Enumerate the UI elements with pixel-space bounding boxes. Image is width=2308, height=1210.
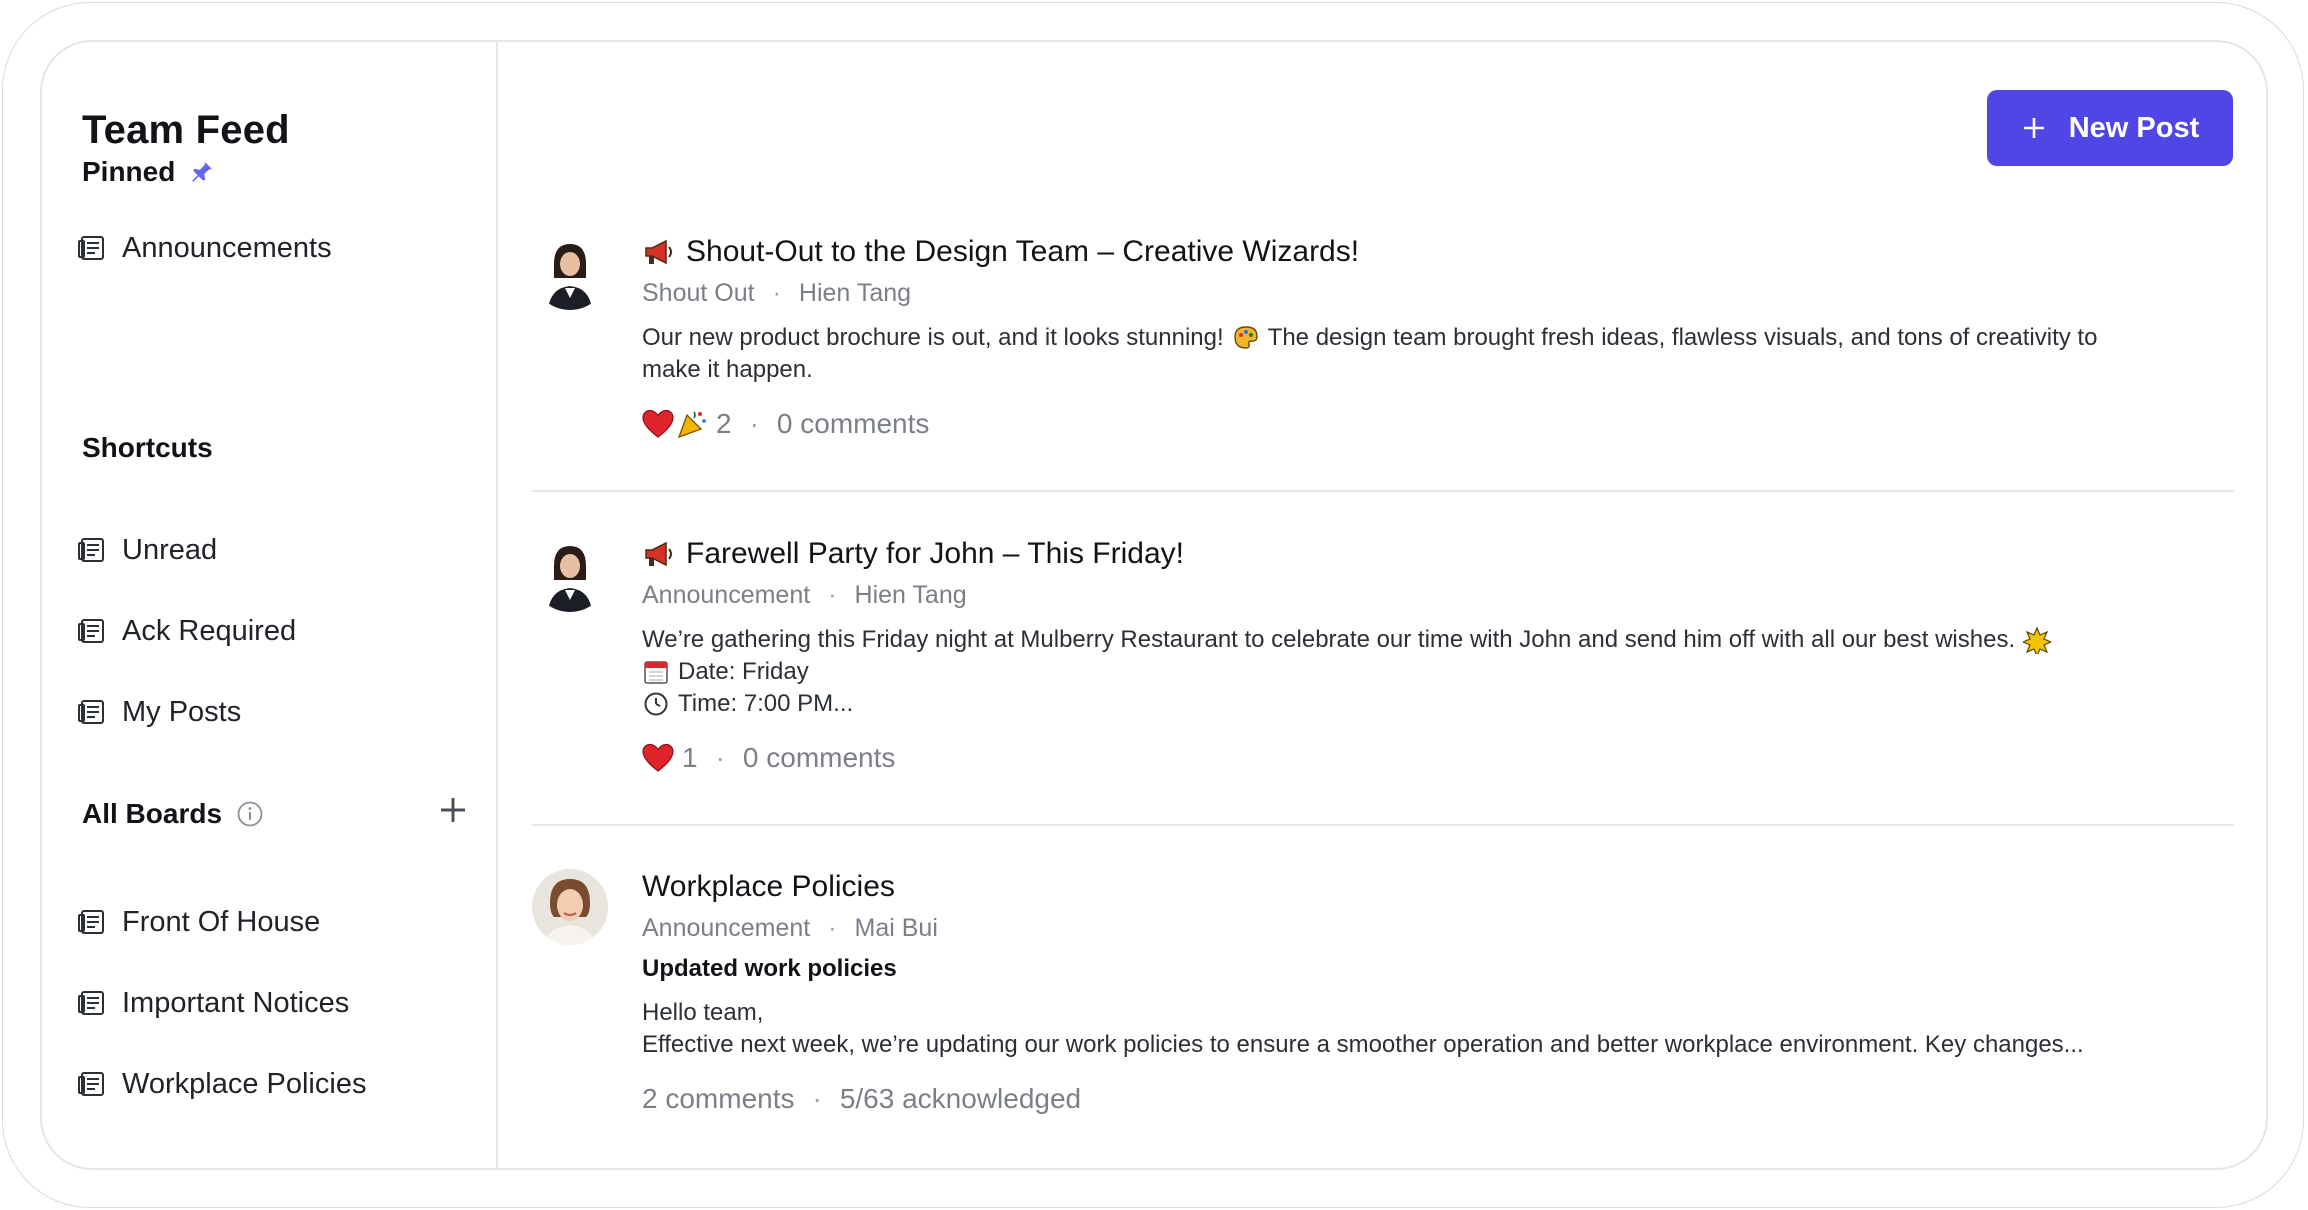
post-excerpt: Hello team, Effective next week, we’re u… (642, 997, 2234, 1061)
art-palette-icon (1232, 324, 1260, 352)
sidebar-item-front-of-house[interactable]: Front Of House (76, 900, 320, 944)
post-text-line2: Effective next week, we’re updating our … (642, 1031, 2084, 1058)
all-boards-heading-label: All Boards (82, 798, 223, 829)
board-icon (76, 987, 108, 1019)
post-author: Hien Tang (854, 580, 967, 609)
sidebar-item-label: Ack Required (122, 614, 297, 647)
sidebar-item-unread[interactable]: Unread (76, 528, 217, 572)
post-meta: Announcement · Hien Tang (642, 578, 2234, 612)
post-excerpt: Our new product brochure is out, and it … (642, 322, 2234, 386)
party-popper-icon (676, 408, 708, 440)
sidebar-item-ack-required[interactable]: Ack Required (76, 609, 296, 653)
plus-icon (2021, 115, 2047, 141)
post-text-line2: make it happen. (642, 356, 813, 383)
reactions[interactable]: 2 (642, 408, 732, 440)
author-avatar (532, 869, 608, 945)
post-time-line: Time: 7:00 PM... (678, 690, 854, 717)
post-date-line: Date: Friday (678, 658, 809, 685)
sparkle-icon (2023, 626, 2052, 654)
board-icon (76, 615, 108, 647)
post-author: Mai Bui (854, 913, 938, 942)
board-icon (76, 1068, 108, 1100)
pinned-heading: Pinned (82, 156, 215, 188)
megaphone-icon (642, 539, 676, 569)
comments-link[interactable]: 0 comments (743, 742, 896, 774)
pin-icon (189, 159, 215, 185)
post-footer: 2 · 0 comments (642, 404, 2234, 444)
add-board-button[interactable] (437, 794, 469, 826)
comments-link[interactable]: 2 comments (642, 1083, 795, 1115)
sidebar: Team Feed Pinned Announcements Shortcuts… (42, 42, 498, 1168)
author-avatar (532, 234, 608, 310)
sidebar-item-label: Unread (122, 533, 218, 566)
shortcuts-heading: Shortcuts (82, 432, 213, 464)
info-icon[interactable] (236, 800, 264, 828)
board-icon (76, 696, 108, 728)
sidebar-item-announcements[interactable]: Announcements (76, 226, 332, 270)
app-panel: Team Feed Pinned Announcements Shortcuts… (40, 40, 2268, 1170)
post-excerpt: We’re gathering this Friday night at Mul… (642, 624, 2234, 720)
post-title-text: Workplace Policies (642, 870, 895, 903)
comments-link[interactable]: 0 comments (777, 408, 930, 440)
footer-separator: · (812, 1083, 822, 1114)
meta-separator: · (828, 913, 837, 942)
post-title-text: Shout-Out to the Design Team – Creative … (686, 235, 1360, 268)
board-icon (76, 906, 108, 938)
megaphone-icon (642, 237, 676, 267)
meta-separator: · (828, 580, 837, 609)
post-text-line1: Hello team, (642, 999, 764, 1026)
sidebar-item-label: Important Notices (122, 986, 350, 1019)
calendar-icon (642, 658, 670, 686)
post-category: Announcement (642, 913, 811, 942)
new-post-label: New Post (2068, 111, 2200, 144)
post-text-part2: The design team brought fresh ideas, fla… (1267, 324, 2098, 351)
board-icon (76, 534, 108, 566)
board-icon (76, 232, 108, 264)
reaction-count: 2 (716, 408, 732, 439)
post-meta: Shout Out · Hien Tang (642, 276, 2234, 310)
post-divider (532, 490, 2234, 492)
sidebar-item-important-notices[interactable]: Important Notices (76, 981, 349, 1025)
sidebar-item-my-posts[interactable]: My Posts (76, 690, 241, 734)
footer-separator: · (715, 742, 725, 773)
reaction-count: 1 (682, 742, 698, 773)
post-title[interactable]: Farewell Party for John – This Friday! (642, 534, 2234, 574)
post-category: Announcement (642, 580, 811, 609)
meta-separator: · (772, 278, 781, 307)
reactions[interactable]: 1 (642, 742, 698, 774)
post-divider (532, 824, 2234, 826)
all-boards-heading: All Boards (82, 798, 264, 830)
post-author: Hien Tang (798, 278, 912, 307)
sidebar-item-label: Announcements (122, 231, 332, 264)
plus-icon (437, 794, 469, 826)
sidebar-item-label: Workplace Policies (122, 1067, 367, 1100)
post-title[interactable]: Shout-Out to the Design Team – Creative … (642, 232, 2234, 272)
pinned-heading-label: Pinned (82, 156, 176, 187)
acknowledged-count[interactable]: 5/63 acknowledged (840, 1083, 1081, 1115)
sidebar-item-workplace-policies[interactable]: Workplace Policies (76, 1062, 366, 1106)
app-title: Team Feed (82, 108, 290, 152)
heart-icon (642, 743, 674, 773)
clock-icon (642, 690, 670, 718)
post-footer: 2 comments · 5/63 acknowledged (642, 1079, 2234, 1119)
sidebar-item-label: Front Of House (122, 905, 321, 938)
post-text-line1: We’re gathering this Friday night at Mul… (642, 626, 2016, 653)
post-meta: Announcement · Mai Bui (642, 911, 2234, 945)
footer-separator: · (749, 408, 759, 439)
post-subtitle: Updated work policies (642, 955, 897, 982)
post-title[interactable]: Workplace Policies (642, 867, 2234, 907)
heart-icon (642, 409, 674, 439)
new-post-button[interactable]: New Post (1987, 90, 2233, 166)
author-avatar (532, 536, 608, 612)
sidebar-item-label: My Posts (122, 695, 242, 728)
post-category: Shout Out (642, 278, 755, 307)
post-footer: 1 · 0 comments (642, 738, 2234, 778)
shortcuts-heading-label: Shortcuts (82, 432, 213, 463)
post-text-part1: Our new product brochure is out, and it … (642, 324, 1224, 351)
post-title-text: Farewell Party for John – This Friday! (686, 537, 1184, 570)
